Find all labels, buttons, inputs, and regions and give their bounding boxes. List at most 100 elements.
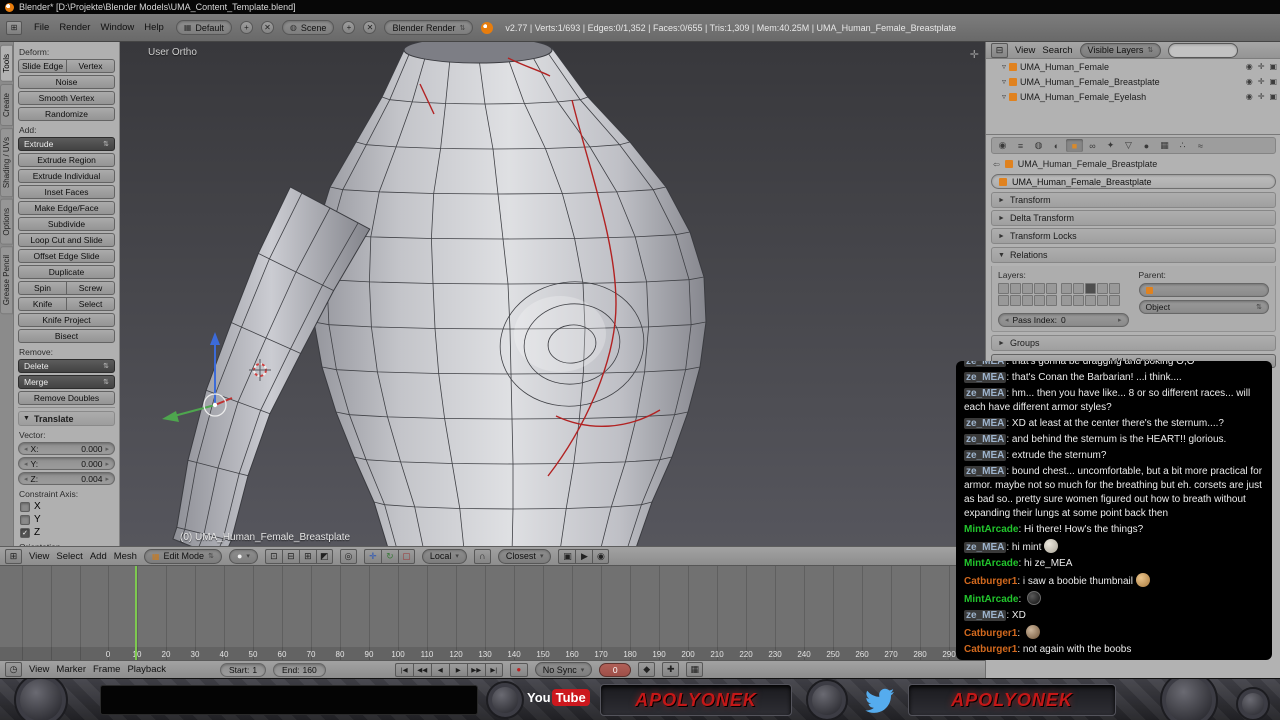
slide-edge-button[interactable]: Slide Edge [18,59,66,73]
transform-orientation-select[interactable]: Local ▾ [421,548,467,564]
editor-type-icon[interactable]: ⊟ [991,42,1008,58]
delta-transform-section-header[interactable]: ► Delta Transform [991,210,1276,226]
merge-menu[interactable]: Merge ⇅ [18,375,115,389]
subdivide-button[interactable]: Subdivide [18,217,115,231]
outliner-search-input[interactable] [1168,42,1239,58]
timeline-menu-marker[interactable]: Marker [56,664,86,675]
mode-select[interactable]: ▦ Edit Mode ⇅ [143,548,222,564]
face-select-icon[interactable]: ⊞ [298,548,316,564]
vector-x-field[interactable]: ◂ X: 0.000 ▸ [18,442,115,455]
delete-scene-button[interactable]: ✕ [363,21,377,34]
layer-toggle[interactable] [998,295,1009,306]
vector-y-field[interactable]: ◂ Y: 0.000 ▸ [18,457,115,470]
outliner-menu-view[interactable]: View [1015,45,1035,56]
properties-tab-object[interactable]: ■ [1066,139,1083,152]
axis-y-checkbox[interactable] [20,514,30,525]
properties-tab-render[interactable]: ◉ [994,139,1011,152]
layer-toggle[interactable] [1097,283,1108,294]
viewport-menu-add[interactable]: Add [90,551,107,562]
vertex-button[interactable]: Vertex [66,59,115,73]
properties-tab-physics[interactable]: ≈ [1192,139,1209,152]
menu-render[interactable]: Render [55,20,94,35]
properties-tab-object-data[interactable]: ▽ [1120,139,1137,152]
spin-button[interactable]: Spin [18,281,66,295]
tool-tab-shading-uvs[interactable]: Shading / UVs [0,127,13,197]
layer-toggle[interactable] [1109,283,1120,294]
disclosure-icon[interactable]: ▿ [1002,92,1006,101]
vertex-select-icon[interactable]: ⊡ [264,548,282,564]
outliner-item[interactable]: ▿ UMA_Human_Female_Eyelash ◉ ✛ ▣ [986,89,1280,104]
spinner-right-icon[interactable]: ▸ [1118,316,1122,324]
inset-faces-button[interactable]: Inset Faces [18,185,115,199]
layer-toggle[interactable] [1061,295,1072,306]
offset-edge-slide-button[interactable]: Offset Edge Slide [18,249,115,263]
outliner-item[interactable]: ▿ UMA_Human_Female ◉ ✛ ▣ [986,59,1280,74]
selectability-icon[interactable]: ✛ [1258,77,1265,86]
current-frame-field[interactable]: 0 [599,662,632,677]
tool-tab-create[interactable]: Create [0,83,13,126]
randomize-button[interactable]: Randomize [18,107,115,121]
layer-toggle[interactable] [1034,283,1045,294]
layer-toggle[interactable] [1073,283,1084,294]
layer-toggle[interactable] [1034,295,1045,306]
disclosure-icon[interactable]: ▿ [1002,62,1006,71]
outliner-menu-search[interactable]: Search [1042,45,1072,56]
spinner-left-icon[interactable]: ◂ [24,445,28,453]
properties-tab-material[interactable]: ● [1138,139,1155,152]
renderability-camera-icon[interactable]: ▣ [1269,62,1277,71]
visibility-eye-icon[interactable]: ◉ [1246,77,1253,86]
tool-tab-grease-pencil[interactable]: Grease Pencil [0,246,13,315]
layer-toggle[interactable] [1046,283,1057,294]
parent-object-field[interactable] [1138,283,1269,297]
scene-field[interactable]: ◍ Scene [281,20,335,35]
screen-layout-field[interactable]: ▦ Default [175,20,232,35]
viewport-menu-mesh[interactable]: Mesh [114,551,137,562]
remove-doubles-button[interactable]: Remove Doubles [18,391,115,405]
layer-toggle[interactable] [1010,295,1021,306]
viewport-menu-view[interactable]: View [29,551,49,562]
spinner-right-icon[interactable]: ▸ [105,475,109,483]
bisect-button[interactable]: Bisect [18,329,115,343]
record-button[interactable]: ● [509,662,528,677]
delete-layout-button[interactable]: ✕ [260,21,274,34]
loop-cut-and-slide-button[interactable]: Loop Cut and Slide [18,233,115,247]
outliner-filter-select[interactable]: Visible Layers ⇅ [1079,42,1162,58]
axis-x-checkbox[interactable] [20,501,30,512]
snap-magnet-icon[interactable]: ∩ [473,548,491,564]
selectability-icon[interactable]: ✛ [1258,92,1265,101]
layer-toggle[interactable] [1073,295,1084,306]
region-expand-icon[interactable]: ✛ [970,48,979,61]
delete-keyframe-icon[interactable]: ▦ [686,662,704,677]
scale-manipulator-icon[interactable]: ▢ [397,548,415,564]
layer-toggle[interactable] [1085,283,1096,294]
editor-type-icon[interactable]: ⊞ [6,20,22,35]
pass-index-field[interactable]: ◂ Pass Index: 0 ▸ [998,313,1129,327]
occlude-geometry-icon[interactable]: ◩ [315,548,333,564]
relations-section-header[interactable]: ▼ Relations [991,247,1276,263]
noise-button[interactable]: Noise [18,75,115,89]
viewport-shading-select[interactable]: ● ▾ [228,548,258,564]
timeline-menu-frame[interactable]: Frame [93,664,120,675]
insert-keyframe-icon[interactable]: ✚ [662,662,680,677]
properties-tab-modifiers[interactable]: ✦ [1102,139,1119,152]
current-frame-playhead[interactable] [135,566,137,660]
editor-type-icon[interactable]: ◷ [5,662,22,677]
frame-end-field[interactable]: End: 160 [273,662,326,677]
menu-file[interactable]: File [30,20,53,35]
properties-tab-world[interactable]: ◐ [1048,139,1065,152]
make-edge-face-button[interactable]: Make Edge/Face [18,201,115,215]
menu-help[interactable]: Help [140,20,168,35]
tool-tab-tools[interactable]: Tools [0,45,13,82]
layer-toggle[interactable] [1022,295,1033,306]
previous-keyframe-button[interactable]: ◀◀ [412,662,431,677]
layer-toggle[interactable] [1061,283,1072,294]
play-button[interactable]: ▶ [448,662,467,677]
spinner-left-icon[interactable]: ◂ [24,475,28,483]
layer-toggle[interactable] [1109,295,1120,306]
layer-toggle[interactable] [1010,283,1021,294]
disclosure-icon[interactable]: ▿ [1002,77,1006,86]
extrude-region-button[interactable]: Extrude Region [18,153,115,167]
delete-menu[interactable]: Delete ⇅ [18,359,115,373]
keying-set-icon[interactable]: ◆ [638,662,656,677]
render-engine-select[interactable]: Blender Render ⇅ [384,20,474,35]
